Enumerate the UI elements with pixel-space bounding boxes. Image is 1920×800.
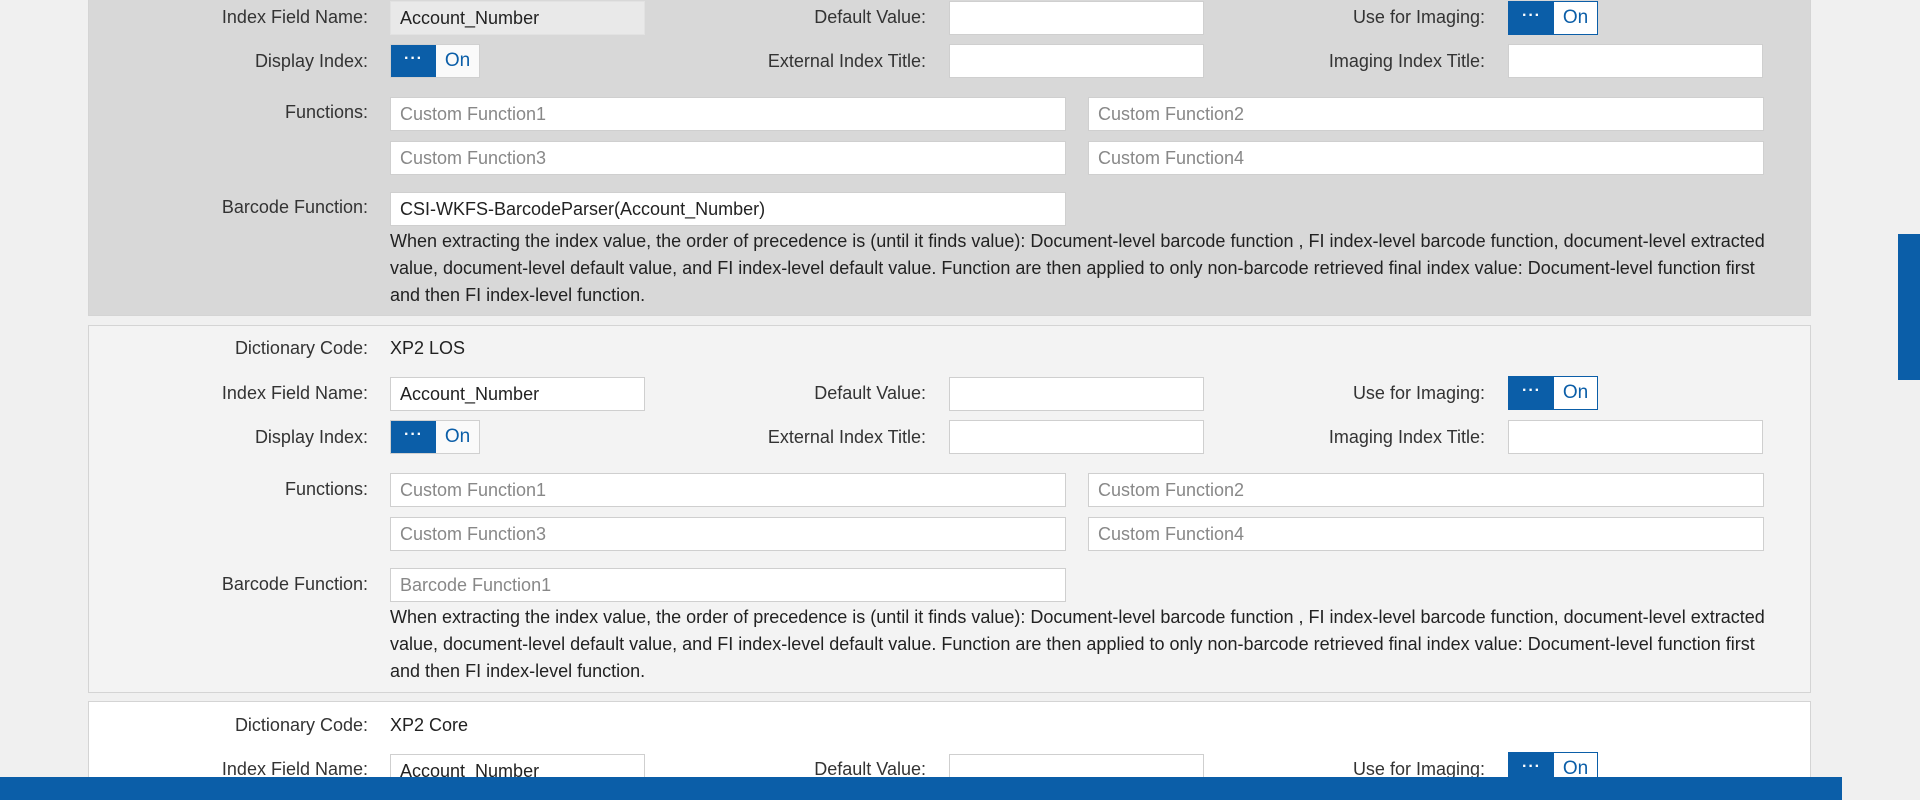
precedence-note: When extracting the index value, the ord… [390, 607, 1765, 681]
barcode-function-label: Barcode Function: [221, 574, 368, 594]
toggle-handle-icon: ··· [1509, 377, 1554, 409]
index-field-name-value: Account_Number [390, 1, 645, 35]
external-index-title-input[interactable] [949, 420, 1204, 454]
precedence-note: When extracting the index value, the ord… [390, 231, 1765, 305]
toggle-state: On [1562, 382, 1589, 403]
use-for-imaging-toggle[interactable]: ··· On [1508, 1, 1598, 35]
toggle-state: On [444, 426, 471, 447]
toggle-handle-icon: ··· [391, 45, 436, 77]
toggle-state: On [444, 50, 471, 71]
external-index-title-label: External Index Title: [767, 51, 926, 71]
custom-function-4-input[interactable]: Custom Function4 [1088, 517, 1764, 551]
page-canvas: Index Field Name: Account_Number Default… [0, 0, 1920, 800]
use-for-imaging-toggle[interactable]: ··· On [1508, 376, 1598, 410]
dictionary-code-value: XP2 LOS [390, 338, 466, 358]
use-for-imaging-label: Use for Imaging: [1352, 383, 1485, 403]
barcode-function-label: Barcode Function: [221, 197, 368, 217]
toggle-state: On [1562, 7, 1589, 28]
imaging-index-title-label: Imaging Index Title: [1328, 51, 1485, 71]
toggle-handle-icon: ··· [391, 421, 436, 453]
toggle-handle-icon: ··· [1509, 2, 1554, 34]
external-index-title-label: External Index Title: [767, 427, 926, 447]
custom-function-2-input[interactable]: Custom Function2 [1088, 473, 1764, 507]
dictionary-code-value: XP2 Core [390, 715, 469, 735]
custom-function-4-input[interactable]: Custom Function4 [1088, 141, 1764, 175]
display-index-label: Display Index: [254, 51, 368, 71]
dictionary-code-label: Dictionary Code: [234, 715, 368, 735]
default-value-input[interactable] [949, 1, 1204, 35]
barcode-function-input[interactable]: CSI-WKFS-BarcodeParser(Account_Number) [390, 192, 1066, 226]
external-index-title-input[interactable] [949, 44, 1204, 78]
default-value-input[interactable] [949, 377, 1204, 411]
side-panel-tab[interactable] [1898, 234, 1920, 380]
functions-label: Functions: [284, 479, 368, 499]
index-field-name-label: Index Field Name: [221, 383, 368, 403]
index-field-name-label: Index Field Name: [221, 7, 368, 27]
custom-function-1-input[interactable]: Custom Function1 [390, 473, 1066, 507]
imaging-index-title-input[interactable] [1508, 420, 1763, 454]
use-for-imaging-label: Use for Imaging: [1352, 7, 1485, 27]
corner-spacer [1898, 777, 1920, 800]
dictionary-code-label: Dictionary Code: [234, 338, 368, 358]
default-value-label: Default Value: [814, 383, 926, 403]
display-index-toggle[interactable]: ··· On [390, 44, 480, 78]
imaging-index-title-input[interactable] [1508, 44, 1763, 78]
display-index-toggle[interactable]: ··· On [390, 420, 480, 454]
default-value-label: Default Value: [814, 7, 926, 27]
custom-function-2-input[interactable]: Custom Function2 [1088, 97, 1764, 131]
index-field-name-input[interactable]: Account_Number [390, 377, 645, 411]
imaging-index-title-label: Imaging Index Title: [1328, 427, 1485, 447]
custom-function-3-input[interactable]: Custom Function3 [390, 141, 1066, 175]
bottom-action-bar [0, 777, 1842, 800]
barcode-function-input[interactable]: Barcode Function1 [390, 568, 1066, 602]
custom-function-1-input[interactable]: Custom Function1 [390, 97, 1066, 131]
custom-function-3-input[interactable]: Custom Function3 [390, 517, 1066, 551]
display-index-label: Display Index: [254, 427, 368, 447]
functions-label: Functions: [284, 102, 368, 122]
